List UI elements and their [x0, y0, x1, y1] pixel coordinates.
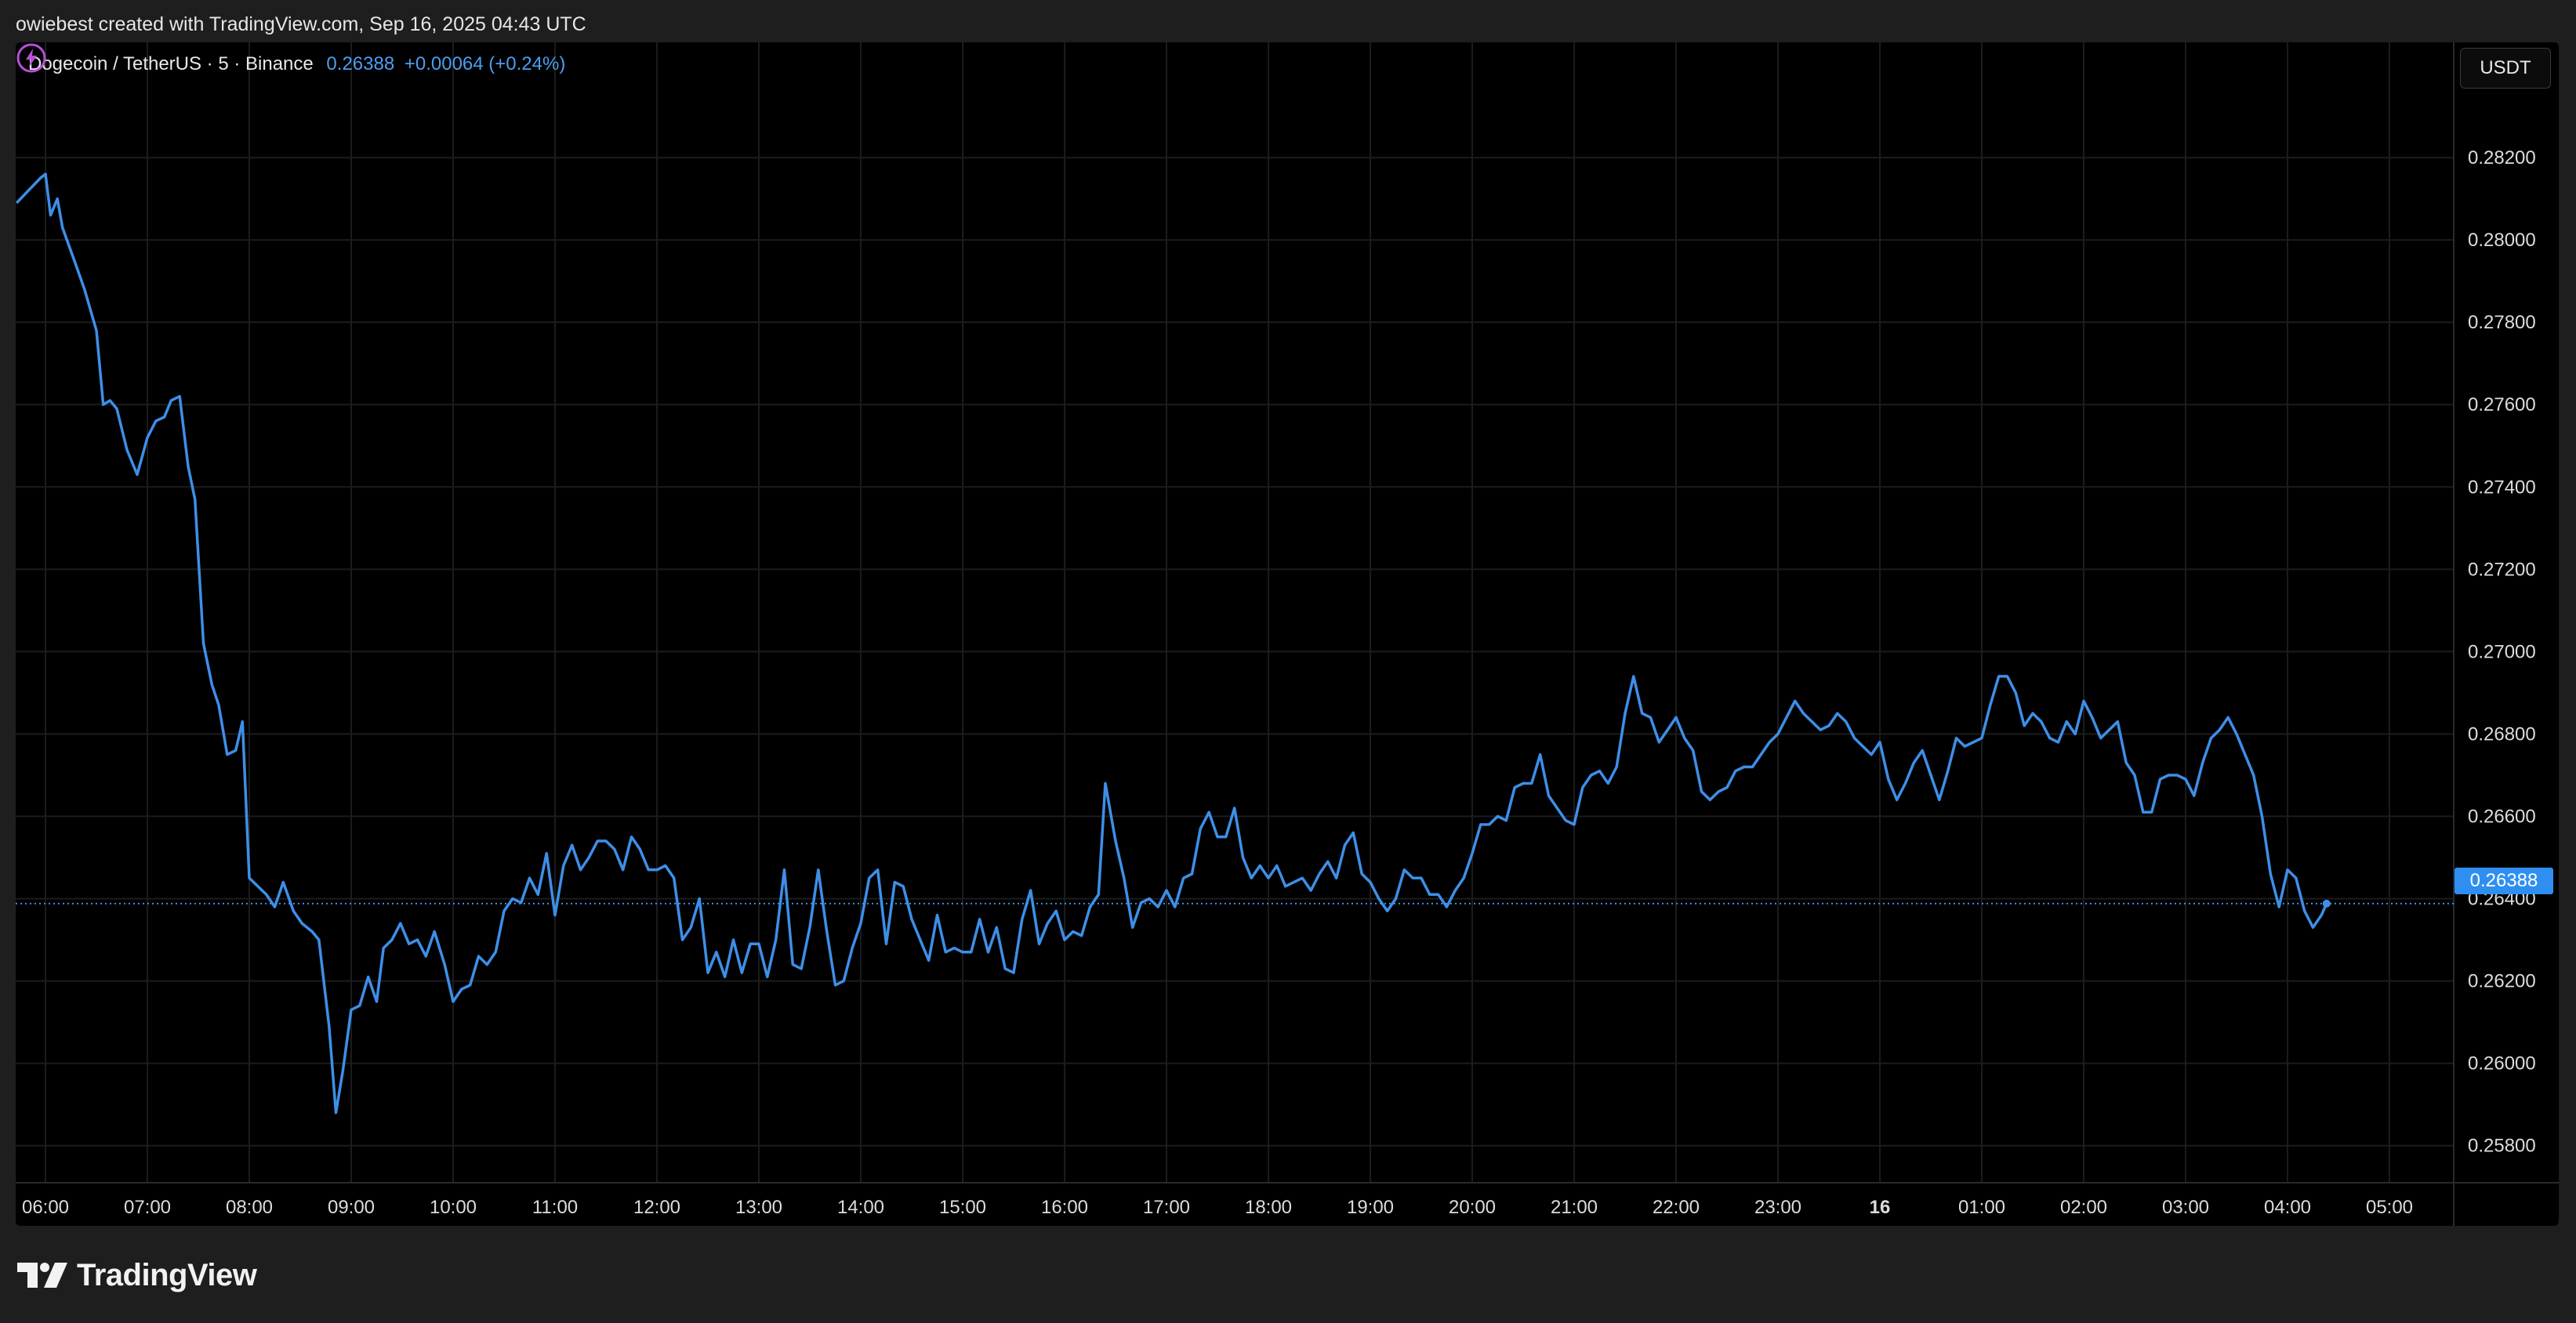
x-tick-label: 04:00 — [2264, 1197, 2311, 1218]
price-line-series — [16, 172, 2328, 1115]
x-tick-label: 02:00 — [2060, 1197, 2107, 1218]
x-tick-label: 21:00 — [1551, 1197, 1598, 1218]
current-price-label: 0.26388 — [2454, 868, 2553, 894]
x-tick-label: 20:00 — [1449, 1197, 1496, 1218]
legend-change: +0.00064 (+0.24%) — [404, 53, 566, 74]
chart-panel[interactable]: 0.28200 0.28000 0.27800 0.27600 0.27400 0.272… — [16, 42, 2559, 1226]
x-tick-label: 06:00 — [22, 1197, 69, 1218]
y-tick-label: 0.27400 — [2468, 477, 2536, 498]
x-tick-label: 22:00 — [1653, 1197, 1700, 1218]
y-tick-label: 0.25800 — [2468, 1136, 2536, 1157]
x-tick-label: 15:00 — [939, 1197, 986, 1218]
x-tick-label: 19:00 — [1347, 1197, 1394, 1218]
y-tick-label: 0.26800 — [2468, 723, 2536, 745]
chart-attribution: owiebest created with TradingView.com, S… — [16, 13, 586, 35]
y-tick-label: 0.26000 — [2468, 1053, 2536, 1075]
currency-unit-button[interactable]: USDT — [2460, 48, 2551, 89]
last-price-marker — [2322, 899, 2331, 908]
tradingview-footer[interactable]: TradingView — [17, 1257, 257, 1293]
x-axis-ticks: 06:00 07:00 08:00 09:00 10:00 11:00 12:00 13:00… — [22, 1197, 2413, 1218]
y-axis-ticks: 0.28200 0.28000 0.27800 0.27600 0.27400 0.272… — [2468, 147, 2536, 1157]
grid-lines — [16, 42, 2454, 1183]
x-tick-label: 12:00 — [633, 1197, 680, 1218]
tradingview-logo-icon — [17, 1263, 67, 1288]
x-tick-label: 05:00 — [2366, 1197, 2413, 1218]
x-tick-label: 03:00 — [2162, 1197, 2209, 1218]
symbol-legend[interactable]: Dogecoin / TetherUS · 5 · Binance 0.2638… — [28, 53, 565, 75]
x-tick-label: 01:00 — [1958, 1197, 2005, 1218]
x-tick-label: 17:00 — [1143, 1197, 1190, 1218]
legend-price: 0.26388 — [326, 53, 395, 74]
y-tick-label: 0.27600 — [2468, 394, 2536, 415]
x-tick-label: 10:00 — [430, 1197, 477, 1218]
x-tick-label: 18:00 — [1245, 1197, 1292, 1218]
y-tick-label: 0.26200 — [2468, 971, 2536, 992]
y-tick-label: 0.27800 — [2468, 312, 2536, 333]
x-tick-label: 14:00 — [837, 1197, 884, 1218]
x-tick-label: 23:00 — [1754, 1197, 1801, 1218]
price-chart[interactable]: 0.28200 0.28000 0.27800 0.27600 0.27400 0.272… — [16, 42, 2559, 1226]
x-tick-label: 16 — [1870, 1197, 1891, 1218]
y-tick-label: 0.28200 — [2468, 147, 2536, 169]
x-tick-label: 16:00 — [1041, 1197, 1088, 1218]
y-tick-label: 0.27200 — [2468, 559, 2536, 580]
y-tick-label: 0.28000 — [2468, 230, 2536, 251]
y-tick-label: 0.27000 — [2468, 641, 2536, 662]
brand-name: TradingView — [77, 1257, 257, 1292]
lightning-bolt-icon[interactable] — [16, 42, 47, 74]
x-tick-label: 13:00 — [735, 1197, 782, 1218]
x-tick-label: 07:00 — [124, 1197, 171, 1218]
symbol-name: Dogecoin / TetherUS · 5 · Binance — [28, 53, 314, 74]
x-tick-label: 09:00 — [328, 1197, 375, 1218]
y-tick-label: 0.26600 — [2468, 806, 2536, 828]
x-tick-label: 08:00 — [226, 1197, 273, 1218]
x-tick-label: 11:00 — [532, 1197, 578, 1218]
